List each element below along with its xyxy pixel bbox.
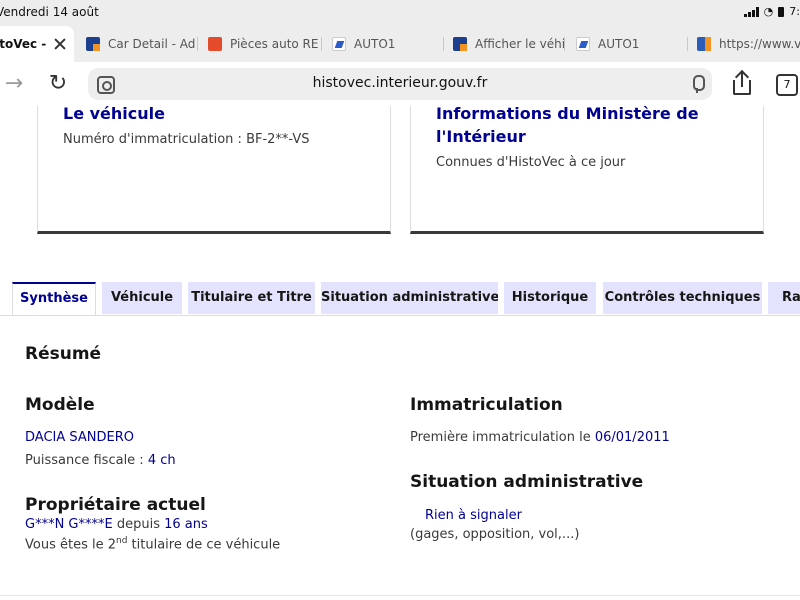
browser-tab-auto1[interactable]: AUTO1 — [332, 26, 444, 62]
fiscal-power-value: 4 ch — [147, 453, 176, 468]
first-registration-date: 06/01/2011 — [594, 430, 670, 445]
browser-toolbar: → ↻ histovec.interieur.gouv.fr 7 — [0, 62, 800, 106]
owner-heading: Propriétaire actuel — [25, 495, 206, 515]
browser-tab-strip: istoVec - Car Detail - Ad Pièces auto RE… — [0, 26, 800, 62]
owner-rank-suffix: titulaire de ce véhicule — [127, 537, 281, 553]
owner-rank-sup: nd — [116, 536, 128, 546]
tab-controles-techniques[interactable]: Contrôles techniques — [603, 282, 762, 314]
car-detail-favicon-icon — [86, 37, 100, 51]
browser-tab-label: AUTO1 — [598, 37, 640, 51]
browser-tab-car-detail[interactable]: Car Detail - Ad — [86, 26, 198, 62]
admin-situation-heading: Situation administrative — [410, 472, 644, 492]
model-name: DACIA SANDERO — [25, 430, 134, 445]
model-heading: Modèle — [25, 395, 95, 415]
reload-icon[interactable]: ↻ — [46, 72, 70, 96]
browser-tab-label: Pièces auto RE — [230, 37, 319, 51]
forward-arrow-icon[interactable]: → — [2, 72, 26, 96]
browser-tab-label: istoVec - — [0, 37, 47, 51]
wifi-icon: ◔ — [763, 5, 774, 18]
browser-tab-label: Car Detail - Ad — [108, 37, 196, 51]
first-registration-label: Première immatriculation le — [410, 430, 595, 445]
owner-name: G***N G****E — [25, 517, 113, 532]
car-detail-favicon-icon — [453, 37, 467, 51]
browser-tab-web[interactable]: https://www.ve — [697, 26, 800, 62]
plate-number-line: Numéro d'immatriculation : BF-2**-VS — [63, 132, 310, 147]
fiscal-power-label: Puissance fiscale : — [25, 453, 148, 468]
status-clock: 7: — [789, 5, 800, 18]
admin-details: (gages, opposition, vol,...) — [410, 527, 580, 542]
registration-heading: Immatriculation — [410, 395, 563, 415]
tab-synthese[interactable]: Synthèse — [12, 282, 96, 316]
tab-count-button[interactable]: 7 — [776, 74, 798, 96]
owner-line: G***N G****E depuis 16 ans — [25, 517, 208, 532]
status-date: Vendredi 14 août — [0, 5, 99, 19]
vehicle-card-title: Le véhicule — [63, 104, 165, 123]
browser-tab-label: Afficher le véhi — [475, 37, 565, 51]
synthese-panel: Résumé Modèle DACIA SANDERO Puissance fi… — [0, 315, 800, 600]
browser-tab-label: https://www.ve — [719, 37, 800, 51]
admin-status: Rien à signaler — [425, 508, 522, 523]
ministry-card-subtitle: Connues d'HistoVec à ce jour — [436, 155, 626, 170]
web-favicon-icon — [697, 37, 711, 51]
auto1-favicon-icon — [576, 37, 590, 51]
address-bar[interactable]: histovec.interieur.gouv.fr — [88, 68, 712, 100]
tab-rapport[interactable]: Rap — [768, 282, 800, 314]
microphone-icon[interactable] — [688, 75, 706, 93]
fiscal-power-line: Puissance fiscale : 4 ch — [25, 453, 176, 468]
status-bar: Vendredi 14 août ◔ 7: — [0, 0, 800, 26]
cellular-signal-icon — [743, 6, 759, 17]
browser-tab-pieces-auto[interactable]: Pièces auto RE — [208, 26, 322, 62]
summary-heading: Résumé — [25, 344, 102, 364]
ministry-card: Informations du Ministère de l'Intérieur… — [410, 104, 764, 234]
browser-tab-afficher-vehicule[interactable]: Afficher le véhi — [453, 26, 565, 62]
close-tab-icon[interactable] — [52, 36, 68, 52]
pieces-auto-favicon-icon — [208, 37, 222, 51]
tab-situation-administrative[interactable]: Situation administrative — [321, 282, 498, 314]
page-tabs: Synthèse Véhicule Titulaire et Titre Sit… — [0, 282, 800, 316]
browser-tab-label: AUTO1 — [354, 37, 396, 51]
browser-tab-auto1-2[interactable]: AUTO1 — [576, 26, 688, 62]
first-registration-line: Première immatriculation le 06/01/2011 — [410, 430, 670, 445]
vehicle-card: Le véhicule Numéro d'immatriculation : B… — [37, 104, 391, 234]
battery-icon — [778, 6, 785, 17]
owner-rank-line: Vous êtes le 2nd titulaire de ce véhicul… — [25, 536, 280, 552]
tab-vehicule[interactable]: Véhicule — [102, 282, 182, 314]
auto1-favicon-icon — [332, 37, 346, 51]
share-icon[interactable] — [731, 69, 753, 97]
tab-titulaire-titre[interactable]: Titulaire et Titre — [188, 282, 315, 314]
owner-since-value: 16 ans — [164, 517, 208, 532]
owner-since-label: depuis — [112, 517, 165, 532]
tab-historique[interactable]: Historique — [504, 282, 596, 314]
ministry-card-title-line1: Informations du Ministère de — [436, 104, 699, 123]
ministry-card-title-line2: l'Intérieur — [436, 127, 526, 146]
browser-tab-histovec[interactable]: istoVec - — [0, 26, 74, 62]
owner-rank-prefix: Vous êtes le 2 — [25, 537, 116, 553]
address-url: histovec.interieur.gouv.fr — [312, 75, 488, 91]
system-indicators: ◔ 7: — [743, 5, 800, 18]
